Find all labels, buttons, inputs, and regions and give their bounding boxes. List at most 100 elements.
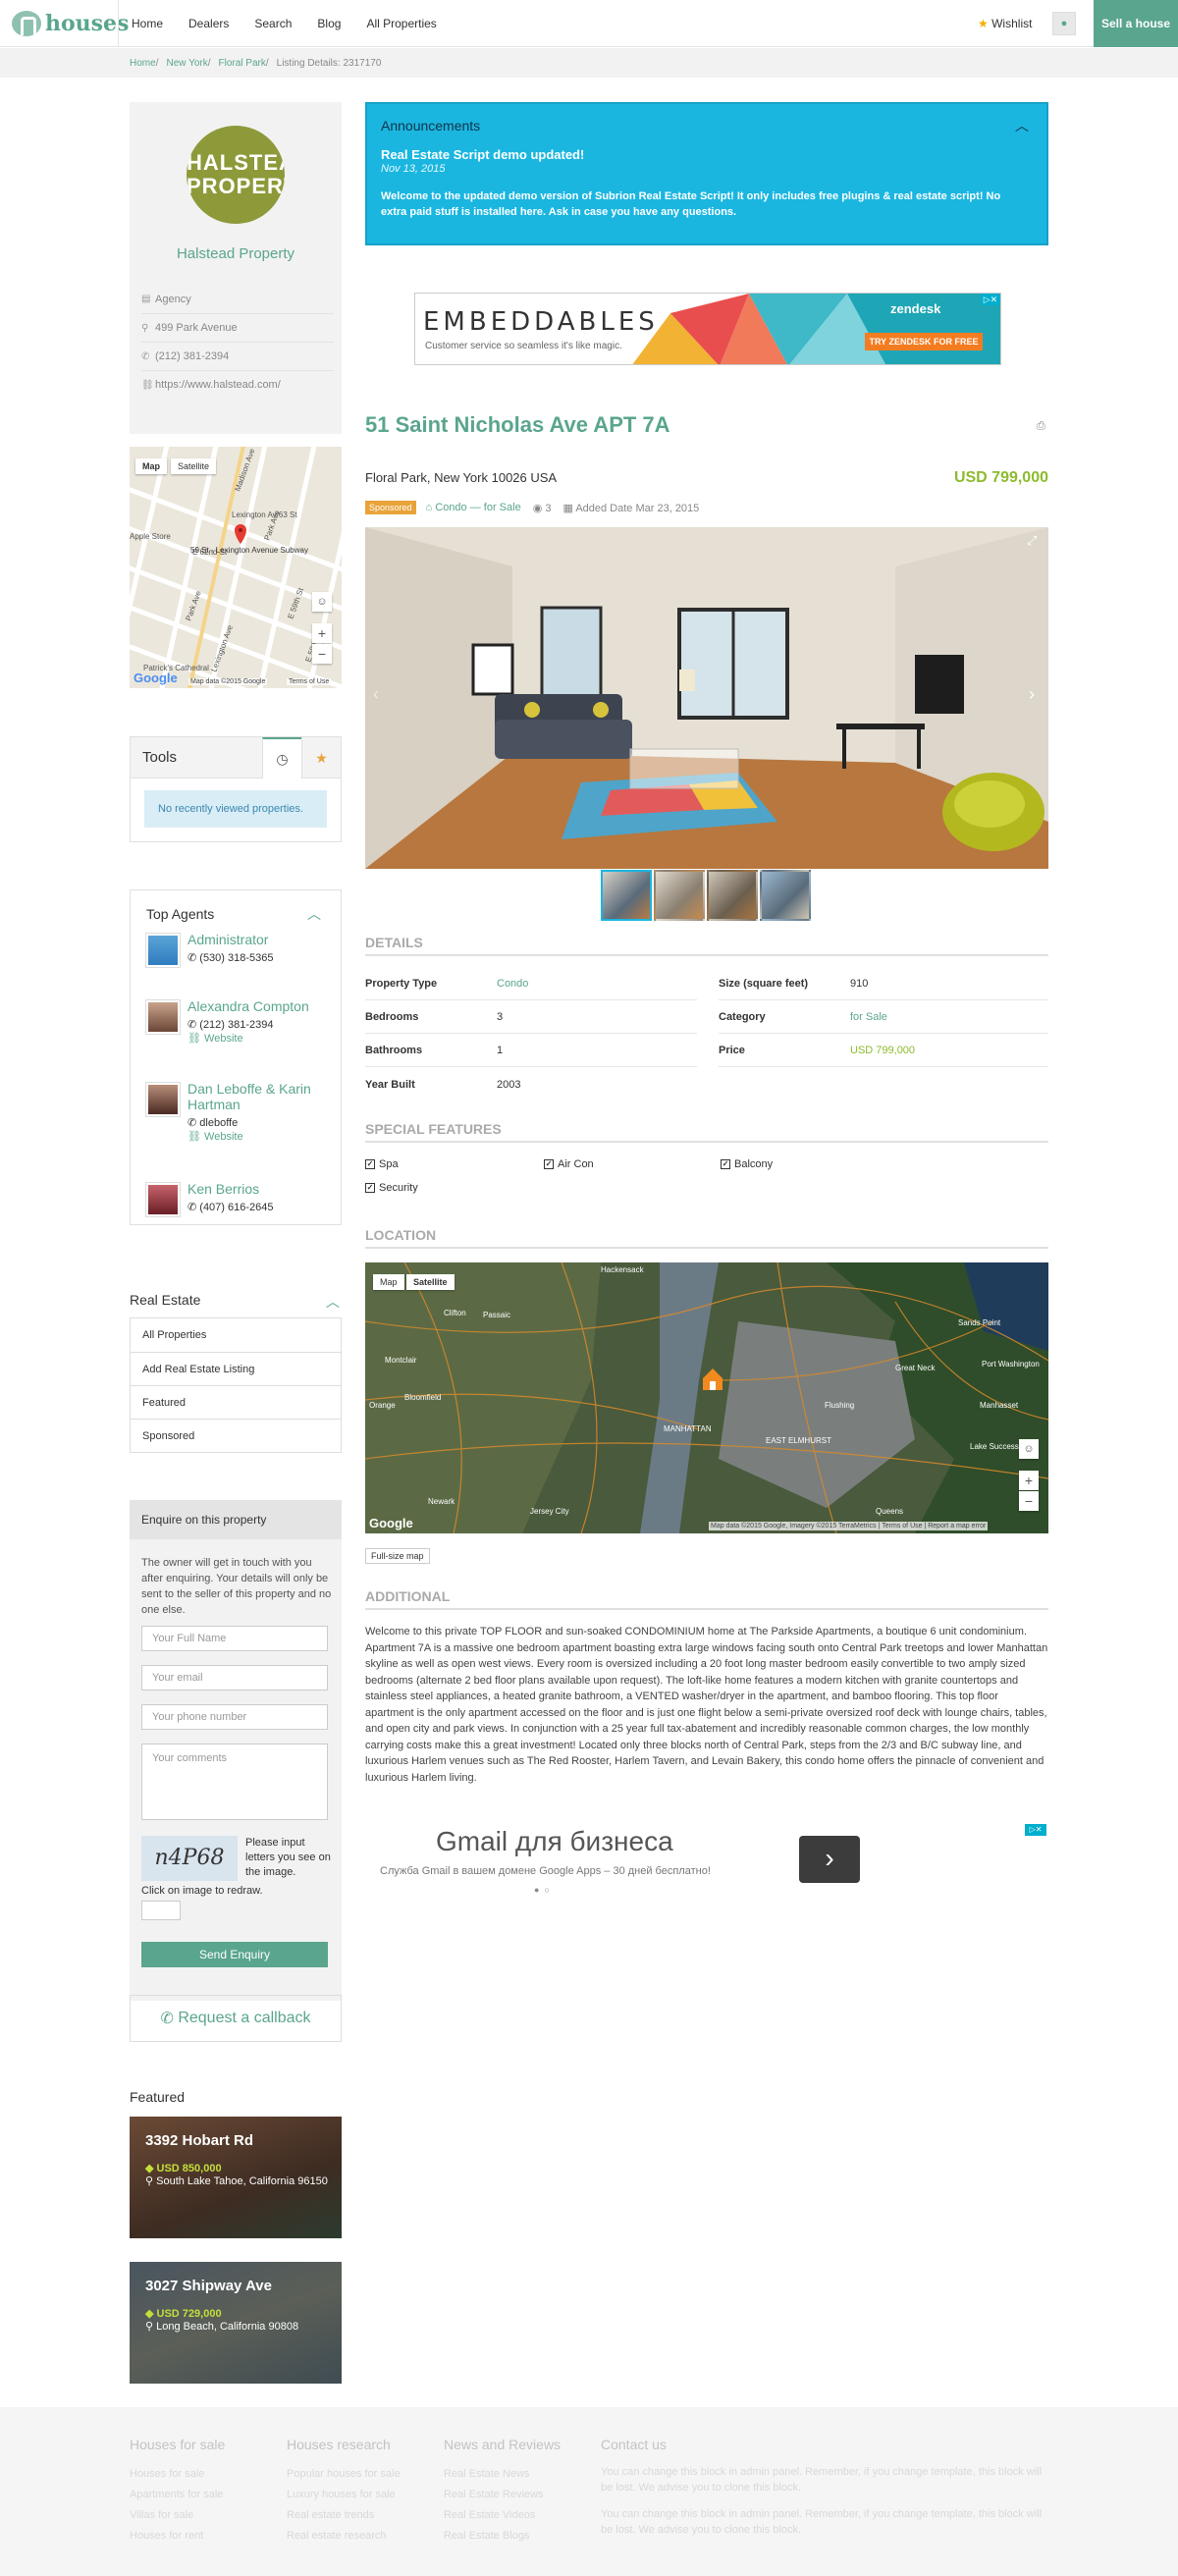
- print-icon[interactable]: ⎙: [1037, 420, 1045, 433]
- wishlist-link[interactable]: ★ Wishlist: [978, 17, 1032, 30]
- zendesk-cta-button[interactable]: TRY ZENDESK FOR FREE: [865, 333, 983, 350]
- breadcrumb-home[interactable]: Home: [130, 58, 156, 69]
- prev-photo-button[interactable]: ‹: [373, 684, 379, 705]
- captcha-input[interactable]: [141, 1901, 181, 1920]
- full-name-input[interactable]: Your Full Name: [141, 1626, 328, 1651]
- star-icon: ★: [978, 17, 989, 30]
- agency-map[interactable]: Madison Ave Lexington Av/63 St Park Ave …: [130, 447, 342, 688]
- avatar[interactable]: [146, 934, 180, 967]
- sell-house-button[interactable]: Sell a house: [1094, 0, 1178, 47]
- agency-website[interactable]: ⛓ https://www.halstead.com/: [141, 370, 334, 399]
- agent-name[interactable]: Alexandra Compton: [187, 998, 335, 1014]
- request-callback-button[interactable]: ✆ Request a callback: [130, 1995, 342, 2042]
- menu-sponsored[interactable]: Sponsored: [131, 1419, 341, 1452]
- pegman-icon[interactable]: ☺: [312, 592, 332, 612]
- map-tab[interactable]: Map: [135, 458, 167, 474]
- fullscreen-icon[interactable]: ⤢: [1027, 533, 1037, 549]
- email-input[interactable]: Your email: [141, 1665, 328, 1690]
- footer-link[interactable]: Houses for rent: [130, 2526, 277, 2547]
- photo-thumbnail[interactable]: [601, 870, 652, 921]
- menu-featured[interactable]: Featured: [131, 1385, 341, 1419]
- nav-search[interactable]: Search: [254, 17, 292, 30]
- listing-photo[interactable]: ‹ › ⤢: [365, 527, 1048, 869]
- captcha-image[interactable]: n4P68: [141, 1836, 238, 1881]
- agency-logo[interactable]: HALSTEAD PROPERTY: [187, 126, 285, 224]
- report-map-error[interactable]: Report a map error: [928, 1523, 986, 1530]
- adchoices-icon[interactable]: ▷✕: [981, 294, 1000, 305]
- nav-blog[interactable]: Blog: [317, 17, 341, 30]
- zoom-out-button[interactable]: −: [312, 644, 332, 664]
- pegman-icon[interactable]: ☺: [1019, 1439, 1039, 1459]
- zendesk-ad-banner[interactable]: EMBEDDABLES Customer service so seamless…: [414, 293, 1001, 365]
- breadcrumb-new-york[interactable]: New York: [166, 58, 207, 69]
- category-value-link[interactable]: for Sale: [850, 1011, 887, 1023]
- footer-link[interactable]: Real Estate Reviews: [444, 2485, 591, 2505]
- chevron-up-icon[interactable]: ︿: [1015, 116, 1029, 135]
- map-terms[interactable]: Terms of Use: [287, 678, 332, 685]
- footer-link[interactable]: Villas for sale: [130, 2505, 277, 2526]
- photo-thumbnail[interactable]: [707, 870, 758, 921]
- real-estate-title: Real Estate: [130, 1292, 201, 1308]
- agent-website-link[interactable]: ⛓ Website: [187, 1032, 243, 1045]
- chevron-up-icon[interactable]: ︿: [307, 904, 321, 924]
- gmail-ad-banner[interactable]: Gmail для бизнеса Служба Gmail в вашем д…: [365, 1822, 1048, 1901]
- zoom-in-button[interactable]: +: [312, 623, 332, 643]
- agent-website-link[interactable]: ⛓ Website: [187, 1130, 243, 1143]
- announcement-title: Announcements: [381, 118, 481, 134]
- footer-link[interactable]: Houses for sale: [130, 2464, 277, 2485]
- footer-link[interactable]: Real estate research: [287, 2526, 434, 2547]
- chevron-up-icon[interactable]: ︿: [326, 1292, 340, 1312]
- menu-all-properties[interactable]: All Properties: [131, 1318, 341, 1352]
- announcement-headline[interactable]: Real Estate Script demo updated!: [381, 147, 584, 162]
- menu-add-listing[interactable]: Add Real Estate Listing: [131, 1352, 341, 1385]
- footer-link[interactable]: Real Estate News: [444, 2464, 591, 2485]
- photo-thumbnail[interactable]: [654, 870, 705, 921]
- zoom-in-button[interactable]: +: [1019, 1471, 1039, 1490]
- map-terms[interactable]: Terms of Use: [882, 1523, 922, 1530]
- phone-input[interactable]: Your phone number: [141, 1704, 328, 1730]
- location-map[interactable]: Hackensack Clifton Passaic Montclair Blo…: [365, 1262, 1048, 1533]
- footer-link[interactable]: Real Estate Blogs: [444, 2526, 591, 2547]
- recent-tab[interactable]: ◷: [262, 737, 301, 778]
- zoom-out-button[interactable]: −: [1019, 1491, 1039, 1511]
- next-photo-button[interactable]: ›: [1029, 684, 1035, 705]
- photo-thumbnail[interactable]: [760, 870, 811, 921]
- footer-link[interactable]: Real Estate Videos: [444, 2505, 591, 2526]
- avatar[interactable]: [146, 1000, 180, 1034]
- agent-name[interactable]: Dan Leboffe & Karin Hartman: [187, 1081, 335, 1112]
- detail-row: Property Type Condo: [365, 968, 697, 1000]
- site-logo[interactable]: houses: [12, 0, 129, 47]
- satellite-tab[interactable]: Satellite: [171, 458, 217, 474]
- agency-name[interactable]: Halstead Property: [130, 245, 342, 262]
- footer-link[interactable]: Real estate trends: [287, 2505, 434, 2526]
- category-link[interactable]: ⌂ Condo — for Sale: [426, 502, 521, 513]
- poi-label: Apple Store: [130, 532, 171, 541]
- agent-name[interactable]: Ken Berrios: [187, 1181, 335, 1197]
- user-button[interactable]: ●: [1052, 12, 1076, 35]
- property-type-link[interactable]: Condo: [497, 978, 528, 990]
- agent-name[interactable]: Administrator: [187, 932, 335, 947]
- nav-home[interactable]: Home: [132, 17, 163, 30]
- full-size-map-link[interactable]: Full-size map: [365, 1548, 430, 1564]
- nav-dealers[interactable]: Dealers: [188, 17, 229, 30]
- chevron-right-icon[interactable]: ›: [799, 1836, 860, 1883]
- nav-all-properties[interactable]: All Properties: [366, 17, 436, 30]
- avatar[interactable]: [146, 1083, 180, 1116]
- ad-pager-dots[interactable]: ● ○: [534, 1885, 550, 1895]
- avatar[interactable]: [146, 1183, 180, 1216]
- tag-icon: ◆: [145, 2163, 157, 2174]
- footer-link[interactable]: Popular houses for sale: [287, 2464, 434, 2485]
- send-enquiry-button[interactable]: Send Enquiry: [141, 1942, 328, 1967]
- featured-card[interactable]: 3392 Hobart Rd ◆ USD 850,000 ⚲ South Lak…: [130, 2117, 342, 2238]
- announcement-box: Announcements ︿ Real Estate Script demo …: [365, 102, 1048, 245]
- map-tab[interactable]: Map: [373, 1274, 404, 1290]
- favorites-tab[interactable]: ★: [301, 737, 341, 778]
- footer-link[interactable]: Apartments for sale: [130, 2485, 277, 2505]
- adchoices-icon[interactable]: ▷✕: [1025, 1824, 1046, 1836]
- featured-card[interactable]: 3027 Shipway Ave ◆ USD 729,000 ⚲ Long Be…: [130, 2262, 342, 2384]
- comments-textarea[interactable]: Your comments: [141, 1744, 328, 1820]
- footer-link[interactable]: Luxury houses for sale: [287, 2485, 434, 2505]
- featured-title: Featured: [130, 2089, 186, 2105]
- satellite-tab[interactable]: Satellite: [406, 1274, 455, 1290]
- breadcrumb-floral-park[interactable]: Floral Park: [219, 58, 266, 69]
